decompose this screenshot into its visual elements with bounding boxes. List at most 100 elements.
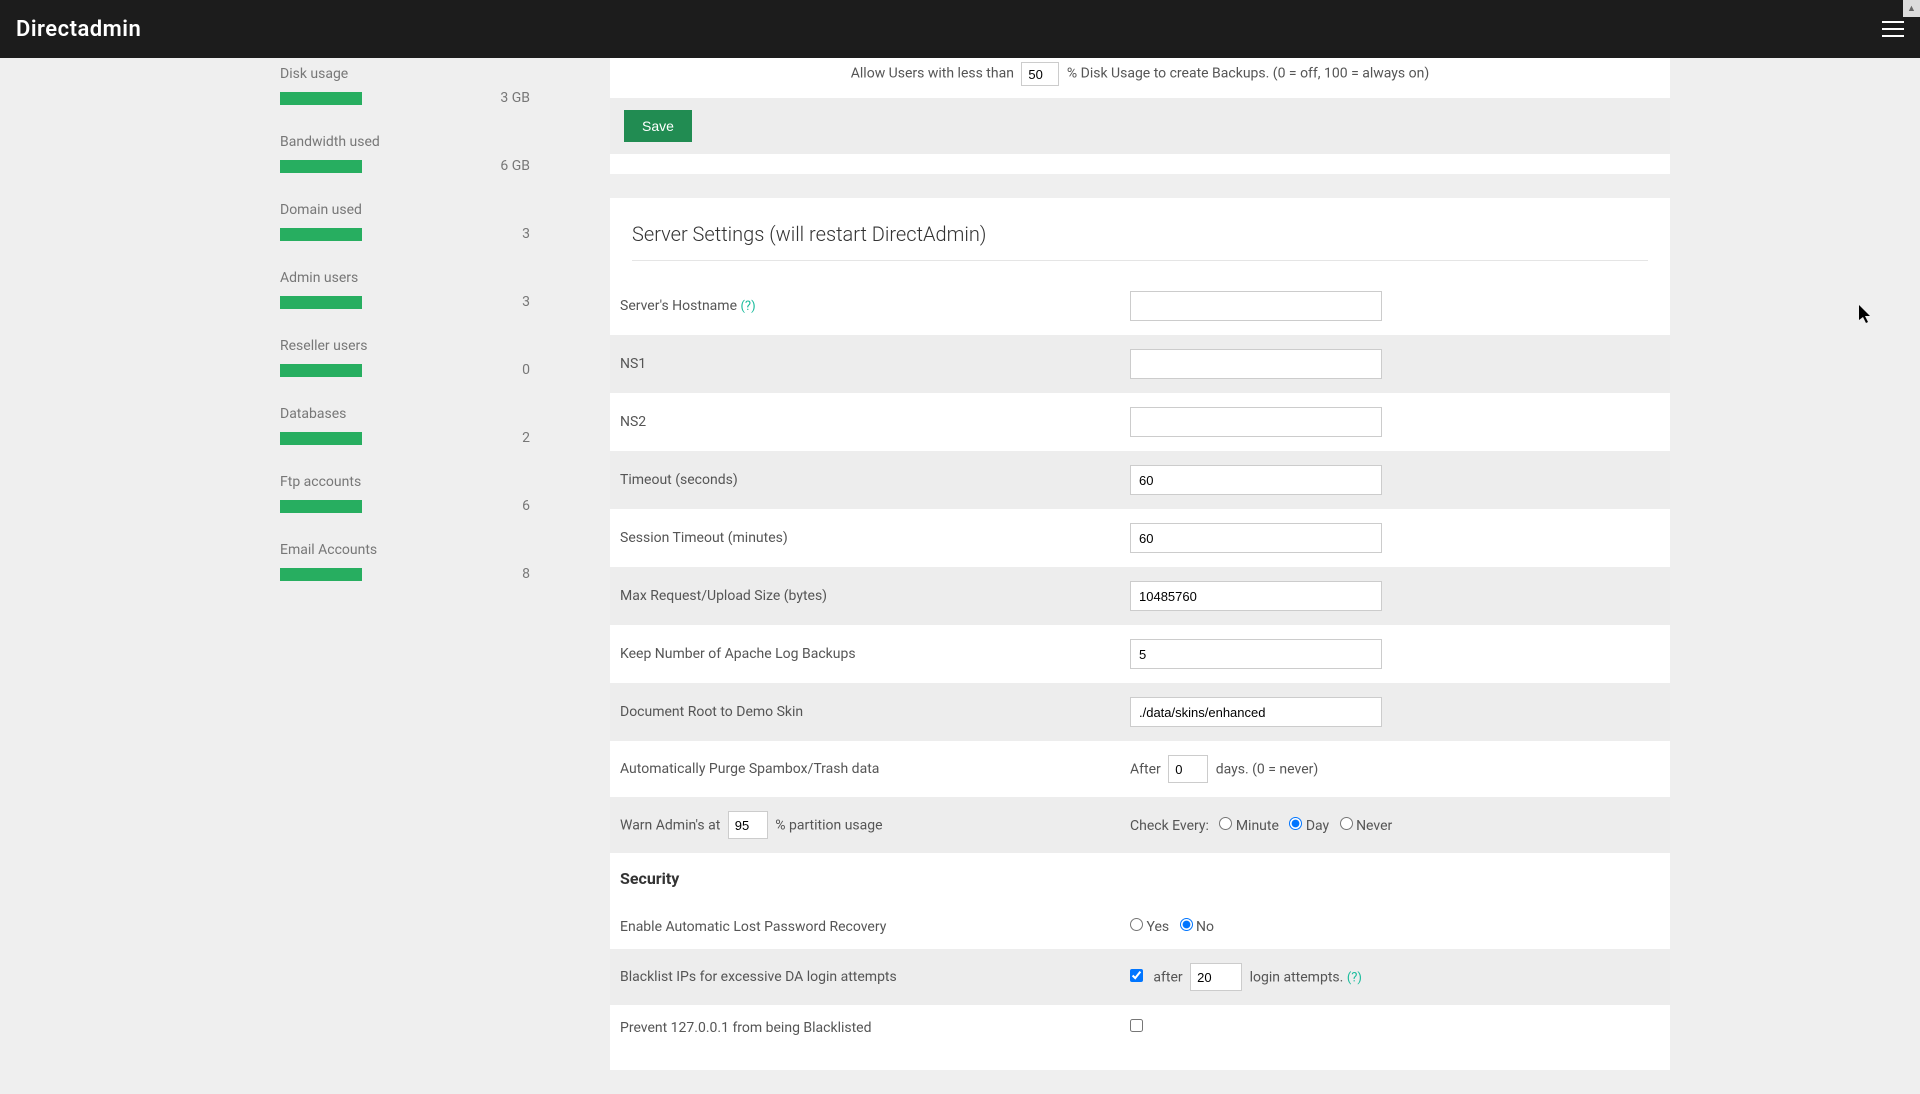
progress-bar [280,568,362,581]
security-heading-row: Security [610,853,1670,904]
check-every-group: Check Every: Minute Day Never [1120,797,1670,853]
docroot-input[interactable] [1130,697,1382,727]
check-never-radio[interactable] [1340,817,1353,830]
text: Warn Admin's at [620,818,720,834]
stat-value: 3 GB [500,90,530,106]
backup-card: Allow Users with less than % Disk Usage … [610,58,1670,174]
topbar: Directadmin [0,0,1920,58]
progress-bar [280,160,362,173]
progress-bar [280,364,362,377]
prevent-localhost-checkbox[interactable] [1130,1019,1143,1032]
cursor-icon [1859,305,1873,325]
stat-value: 3 [522,294,530,310]
session-timeout-input[interactable] [1130,523,1382,553]
stat-label: Admin users [280,270,530,286]
text: % Disk Usage to create Backups. (0 = off… [1067,66,1429,82]
label: Max Request/Upload Size (bytes) [610,567,1120,625]
stat-label: Databases [280,406,530,422]
label: Automatically Purge Spambox/Trash data [610,741,1120,797]
stat-label: Disk usage [280,66,530,82]
stat-bandwidth-used: Bandwidth used 6 GB [280,134,530,174]
purge-days-input[interactable] [1168,755,1208,783]
label: Timeout (seconds) [610,451,1120,509]
stat-value: 3 [522,226,530,242]
hostname-input[interactable] [1130,291,1382,321]
lostpw-yes-radio[interactable] [1130,918,1143,931]
check-minute-radio[interactable] [1219,817,1232,830]
stat-databases: Databases 2 [280,406,530,446]
row-prevent-localhost: Prevent 127.0.0.1 from being Blacklisted [610,1005,1670,1050]
sidebar-stats: Disk usage 3 GB Bandwidth used 6 GB Doma… [280,66,530,610]
ns2-input[interactable] [1130,407,1382,437]
lostpw-no-radio[interactable] [1180,918,1193,931]
row-hostname: Server's Hostname (?) [610,277,1670,335]
label: Document Root to Demo Skin [610,683,1120,741]
row-max-request: Max Request/Upload Size (bytes) [610,567,1670,625]
section-title: Server Settings (will restart DirectAdmi… [610,198,1670,277]
save-bar: Save [610,98,1670,154]
stat-ftp-accounts: Ftp accounts 6 [280,474,530,514]
radio-label: No [1196,919,1214,935]
stat-reseller-users: Reseller users 0 [280,338,530,378]
check-day-radio[interactable] [1289,817,1302,830]
row-warn-admins: Warn Admin's at % partition usage Check … [610,797,1670,853]
stat-value: 6 GB [500,158,530,174]
hamburger-menu-icon[interactable] [1882,21,1904,37]
row-blacklist: Blacklist IPs for excessive DA login att… [610,949,1670,1005]
stat-label: Bandwidth used [280,134,530,150]
text: login attempts. [1250,970,1344,986]
radio-label: Never [1356,818,1392,834]
save-button[interactable]: Save [624,110,692,142]
text: Check Every: [1130,818,1209,834]
stat-label: Domain used [280,202,530,218]
progress-bar [280,432,362,445]
progress-bar [280,296,362,309]
blacklist-attempts-input[interactable] [1190,963,1242,991]
row-timeout: Timeout (seconds) [610,451,1670,509]
label: Enable Automatic Lost Password Recovery [610,904,1120,949]
stat-value: 2 [522,430,530,446]
stat-label: Reseller users [280,338,530,354]
row-lost-password: Enable Automatic Lost Password Recovery … [610,904,1670,949]
row-apache-backups: Keep Number of Apache Log Backups [610,625,1670,683]
server-settings-card: Server Settings (will restart DirectAdmi… [610,198,1670,1070]
scrollbar-up-arrow-icon[interactable]: ▲ [1903,0,1920,17]
label: Blacklist IPs for excessive DA login att… [610,949,1120,1005]
stat-label: Ftp accounts [280,474,530,490]
ns1-input[interactable] [1130,349,1382,379]
backup-percent-input[interactable] [1021,62,1059,86]
apache-backups-input[interactable] [1130,639,1382,669]
row-ns1: NS1 [610,335,1670,393]
label: Keep Number of Apache Log Backups [610,625,1120,683]
stat-disk-usage: Disk usage 3 GB [280,66,530,106]
text: days. (0 = never) [1216,762,1319,778]
stat-value: 6 [522,498,530,514]
stat-domain-used: Domain used 3 [280,202,530,242]
stat-value: 8 [522,566,530,582]
label: Prevent 127.0.0.1 from being Blacklisted [610,1005,1120,1050]
radio-label: Minute [1236,818,1279,834]
label: NS2 [610,393,1120,451]
row-docroot: Document Root to Demo Skin [610,683,1670,741]
stat-value: 0 [522,362,530,378]
help-link[interactable]: (?) [740,299,755,314]
timeout-input[interactable] [1130,465,1382,495]
max-request-input[interactable] [1130,581,1382,611]
progress-bar [280,500,362,513]
brand[interactable]: Directadmin [16,17,141,42]
server-settings-table: Server's Hostname (?) NS1 NS2 Timeout (s… [610,277,1670,1050]
stat-email-accounts: Email Accounts 8 [280,542,530,582]
security-heading: Security [610,853,1670,904]
progress-bar [280,92,362,105]
label: NS1 [610,335,1120,393]
text: after [1153,970,1182,986]
help-link[interactable]: (?) [1347,971,1362,986]
progress-bar [280,228,362,241]
stat-admin-users: Admin users 3 [280,270,530,310]
radio-label: Day [1306,818,1329,834]
label: Session Timeout (minutes) [610,509,1120,567]
blacklist-checkbox[interactable] [1130,969,1143,982]
warn-percent-input[interactable] [728,811,768,839]
text: % partition usage [775,818,882,834]
row-session-timeout: Session Timeout (minutes) [610,509,1670,567]
